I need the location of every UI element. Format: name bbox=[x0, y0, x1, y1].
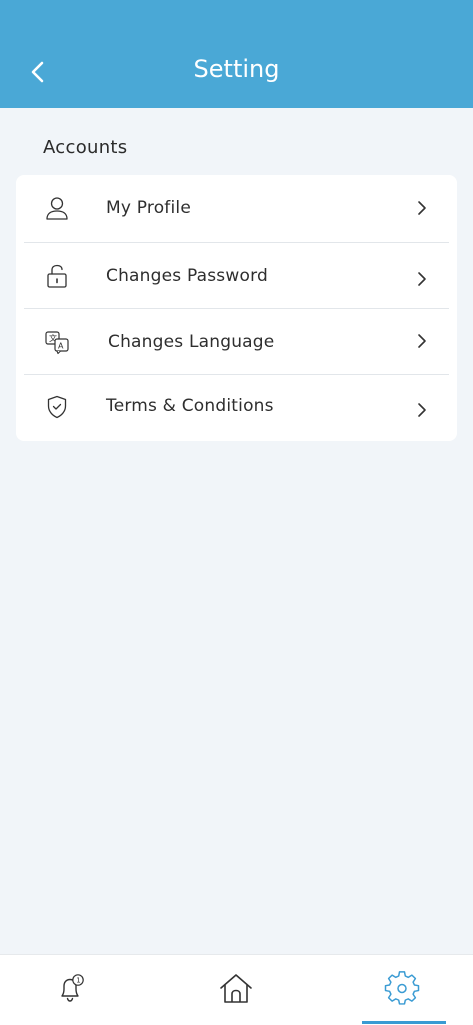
nav-notifications[interactable]: 1 bbox=[51, 969, 91, 1009]
settings-item-label: Terms & Conditions bbox=[106, 396, 274, 416]
svg-text:A: A bbox=[58, 342, 64, 351]
notification-badge: 1 bbox=[76, 977, 80, 985]
home-icon bbox=[220, 974, 252, 1003]
bell-icon: 1 bbox=[61, 974, 84, 1002]
settings-item-label: Changes Language bbox=[108, 332, 275, 352]
settings-item-terms-conditions[interactable]: Terms & Conditions bbox=[24, 375, 449, 441]
nav-home[interactable] bbox=[216, 969, 256, 1009]
chevron-right-icon bbox=[415, 402, 429, 418]
settings-item-label: My Profile bbox=[106, 198, 191, 218]
section-title-accounts: Accounts bbox=[43, 137, 128, 158]
gear-icon bbox=[384, 971, 420, 1005]
settings-item-my-profile[interactable]: My Profile bbox=[24, 175, 449, 241]
chevron-right-icon bbox=[415, 333, 429, 349]
lock-icon bbox=[44, 263, 70, 289]
chevron-right-icon bbox=[415, 200, 429, 216]
settings-item-label: Changes Password bbox=[106, 266, 268, 286]
settings-item-changes-language[interactable]: 文 A Changes Language bbox=[24, 309, 449, 375]
shield-check-icon bbox=[44, 394, 70, 420]
chevron-right-icon bbox=[415, 271, 429, 287]
user-icon bbox=[44, 195, 70, 221]
settings-item-changes-password[interactable]: Changes Password bbox=[24, 243, 449, 309]
nav-settings[interactable] bbox=[382, 969, 422, 1009]
app-header: Setting bbox=[0, 0, 473, 108]
accounts-card: My Profile Changes Password 文 A Changes … bbox=[16, 175, 457, 441]
page-title: Setting bbox=[193, 55, 280, 83]
bottom-nav: 1 bbox=[0, 954, 473, 1025]
translate-icon: 文 A bbox=[44, 329, 70, 355]
